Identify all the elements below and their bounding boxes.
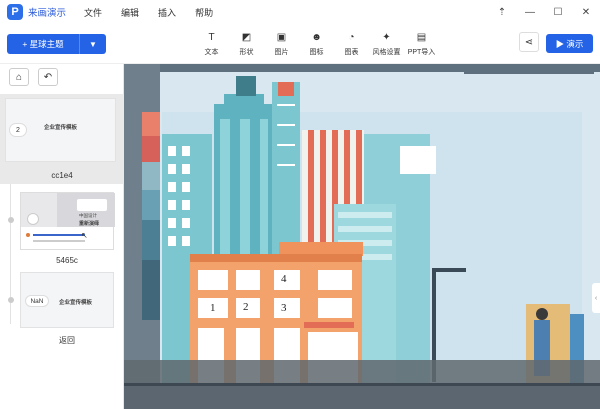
tool-shape-label: 形状	[239, 49, 254, 56]
chevron-down-icon[interactable]: ▼	[80, 40, 106, 49]
slide-text: 中国设计	[79, 213, 97, 218]
slide-sidebar: ⌂ ↶ 2 企业宣传模板 cc1e4 中国设计 重新演绎 ↖ 5465c NaN…	[0, 64, 124, 409]
tool-icon[interactable]: ☻ 图标	[300, 30, 333, 57]
slide-number: NaN	[25, 295, 49, 307]
present-button[interactable]: ▶ 演示	[546, 34, 593, 53]
tool-style-label: 风格设置	[372, 49, 401, 56]
timeline-dot	[8, 217, 14, 223]
slide-card	[77, 199, 107, 211]
file-icon: ▤	[416, 31, 427, 43]
back-button[interactable]: ↶	[38, 68, 58, 86]
slide-line	[33, 240, 85, 242]
slide-thumbnail-1[interactable]: 2 企业宣传模板	[5, 98, 116, 162]
menu-file[interactable]: 文件	[84, 6, 102, 19]
tool-ppt-import-label: PPT导入	[407, 49, 436, 56]
slide-canvas[interactable]: 1 2 3 4 ‹	[124, 64, 600, 409]
minimize-button[interactable]: —	[516, 0, 544, 24]
bullet-dot	[26, 233, 30, 237]
slide-text: 重新演绎	[79, 221, 100, 227]
back-link[interactable]: 返回	[20, 335, 114, 346]
tool-shape[interactable]: ◩ 形状	[230, 30, 263, 57]
slide-line	[33, 234, 85, 236]
slide-circle	[27, 213, 39, 225]
canvas-number-2: 2	[243, 301, 249, 313]
insert-tools: T 文本 ◩ 形状 ▣ 图片 ☻ 图标 ◔ 图表 ✦ 风格设置 ▤ PPT导入	[195, 30, 440, 57]
menu-edit[interactable]: 编辑	[121, 6, 139, 19]
maximize-button[interactable]: ☐	[544, 0, 572, 24]
title-bar: P 来画演示 文件 编辑 插入 帮助 ⇡ — ☐ ✕	[0, 0, 600, 24]
shape-icon: ◩	[241, 31, 252, 43]
tool-image-label: 图片	[274, 49, 289, 56]
slide-caption: cc1e4	[51, 171, 73, 180]
cursor-icon: ↖	[81, 231, 88, 240]
slide-number: 2	[9, 123, 27, 137]
tool-text-label: 文本	[204, 49, 219, 56]
app-name: 来画演示	[28, 8, 67, 19]
tool-chart[interactable]: ◔ 图表	[335, 30, 368, 57]
close-button[interactable]: ✕	[572, 0, 600, 24]
toolbar: + 星球主题 ▼ T 文本 ◩ 形状 ▣ 图片 ☻ 图标 ◔ 图表 ✦ 风格设置 ▤ PPT导…	[0, 24, 600, 64]
back-icon: ↶	[43, 71, 53, 83]
app-logo: P	[7, 4, 23, 20]
tool-ppt-import[interactable]: ▤ PPT导入	[405, 30, 438, 57]
panel-toggle-handle[interactable]: ‹	[592, 283, 600, 313]
menu-insert[interactable]: 插入	[158, 6, 176, 19]
home-button[interactable]: ⌂	[9, 68, 29, 86]
city-illustration: 1 2 3 4	[124, 64, 600, 409]
slide-title: 企业宣传模板	[44, 125, 78, 131]
window-controls: ⇡ — ☐ ✕	[488, 0, 600, 24]
tool-text[interactable]: T 文本	[195, 30, 228, 57]
text-icon: T	[208, 31, 215, 43]
canvas-number-4: 4	[281, 273, 287, 285]
timeline-dot	[8, 297, 14, 303]
slide-caption: 5465c	[56, 256, 78, 265]
canvas-number-1: 1	[210, 302, 216, 314]
chart-icon: ◔	[348, 31, 355, 43]
home-icon: ⌂	[15, 71, 23, 83]
image-icon: ▣	[276, 31, 287, 43]
emoji-icon: ☻	[311, 31, 322, 43]
slide-title: 企业宣传模板	[59, 300, 93, 306]
tool-image[interactable]: ▣ 图片	[265, 30, 298, 57]
menu-bar: 文件 编辑 插入 帮助	[84, 6, 232, 19]
share-icon: ⋖	[524, 36, 534, 48]
tool-chart-label: 图表	[344, 49, 359, 56]
share-button[interactable]: ⋖	[519, 32, 539, 52]
magic-wand-icon: ✦	[382, 31, 391, 43]
timeline-line	[10, 184, 11, 324]
canvas-number-3: 3	[281, 302, 287, 314]
theme-button-label[interactable]: + 星球主题	[7, 34, 80, 54]
tool-style[interactable]: ✦ 风格设置	[370, 30, 403, 57]
slide-thumbnail-3[interactable]: NaN 企业宣传模板	[20, 272, 114, 328]
slide-thumbnail-2[interactable]: 中国设计 重新演绎 ↖	[20, 192, 115, 250]
slide-image-block	[21, 193, 57, 227]
theme-button[interactable]: + 星球主题 ▼	[7, 34, 106, 54]
pin-icon[interactable]: ⇡	[488, 0, 516, 24]
menu-help[interactable]: 帮助	[195, 6, 213, 19]
tool-icon-label: 图标	[309, 49, 324, 56]
